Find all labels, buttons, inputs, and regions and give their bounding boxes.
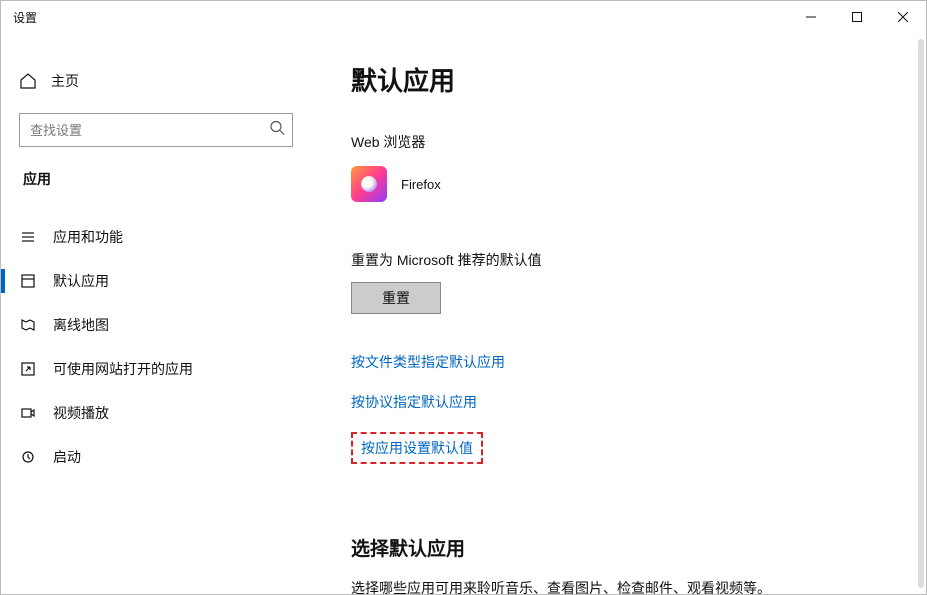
choose-paragraph-1: 选择哪些应用可用来聆听音乐、查看图片、检查邮件、观看视频等。 xyxy=(351,579,926,594)
link-by-protocol[interactable]: 按协议指定默认应用 xyxy=(351,392,477,412)
window-controls xyxy=(788,1,926,33)
main-content: 默认应用 Web 浏览器 Firefox 重置为 Microsoft 推荐的默认… xyxy=(311,33,926,594)
maximize-button[interactable] xyxy=(834,1,880,33)
scrollbar[interactable] xyxy=(918,39,924,588)
home-label: 主页 xyxy=(51,71,79,91)
sidebar-item-apps-for-websites[interactable]: 可使用网站打开的应用 xyxy=(1,347,311,391)
sidebar-item-apps-features[interactable]: 应用和功能 xyxy=(1,215,311,259)
reset-heading: 重置为 Microsoft 推荐的默认值 xyxy=(351,250,926,270)
sidebar-item-label: 视频播放 xyxy=(53,403,109,423)
sidebar-item-label: 离线地图 xyxy=(53,315,109,335)
link-by-filetype[interactable]: 按文件类型指定默认应用 xyxy=(351,352,505,372)
firefox-icon xyxy=(351,166,387,202)
sidebar-nav-list: 应用和功能 默认应用 离线地图 xyxy=(1,215,311,479)
sidebar-item-label: 默认应用 xyxy=(53,271,109,291)
web-browser-label: Web 浏览器 xyxy=(351,132,926,152)
window-title: 设置 xyxy=(13,9,37,26)
sidebar-item-startup[interactable]: 启动 xyxy=(1,435,311,479)
sidebar-item-label: 可使用网站打开的应用 xyxy=(53,359,193,379)
link-by-app[interactable]: 按应用设置默认值 xyxy=(361,438,473,458)
default-icon xyxy=(19,272,37,290)
video-icon xyxy=(19,404,37,422)
open-icon xyxy=(19,360,37,378)
close-button[interactable] xyxy=(880,1,926,33)
sidebar-item-label: 应用和功能 xyxy=(53,227,123,247)
web-browser-app-name: Firefox xyxy=(401,177,441,192)
sidebar-item-label: 启动 xyxy=(53,447,81,467)
minimize-button[interactable] xyxy=(788,1,834,33)
startup-icon xyxy=(19,448,37,466)
choose-heading: 选择默认应用 xyxy=(351,534,926,561)
page-title: 默认应用 xyxy=(351,61,926,98)
search-wrap xyxy=(19,113,293,147)
home-nav[interactable]: 主页 xyxy=(1,63,311,99)
sidebar-item-offline-maps[interactable]: 离线地图 xyxy=(1,303,311,347)
home-icon xyxy=(19,72,37,90)
sidebar: 主页 应用 应用和功能 xyxy=(1,33,311,594)
search-icon xyxy=(269,120,285,141)
links-group: 按文件类型指定默认应用 按协议指定默认应用 按应用设置默认值 xyxy=(351,352,926,484)
list-icon xyxy=(19,228,37,246)
sidebar-item-video-playback[interactable]: 视频播放 xyxy=(1,391,311,435)
web-browser-choice[interactable]: Firefox xyxy=(351,166,926,202)
titlebar: 设置 xyxy=(1,1,926,33)
sidebar-item-default-apps[interactable]: 默认应用 xyxy=(1,259,311,303)
sidebar-section-label: 应用 xyxy=(1,147,311,199)
highlighted-link-wrap: 按应用设置默认值 xyxy=(351,432,483,464)
map-icon xyxy=(19,316,37,334)
search-input[interactable] xyxy=(19,113,293,147)
reset-button[interactable]: 重置 xyxy=(351,282,441,314)
